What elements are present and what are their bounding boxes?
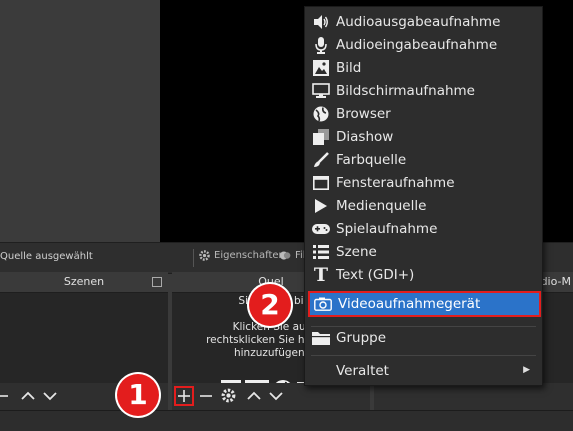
menu-item-scene[interactable]: Szene [305, 240, 542, 263]
brush-icon [311, 150, 331, 170]
play-icon [311, 196, 331, 216]
folder-icon [311, 328, 331, 348]
menu-item-display-capture[interactable]: Bildschirmaufnahme [305, 79, 542, 102]
menu-item-label: Szene [336, 243, 377, 260]
properties-button[interactable]: Eigenschaften [198, 249, 285, 262]
menu-item-label: Text (GDI+) [336, 266, 415, 283]
menu-item-slideshow[interactable]: Diashow [305, 125, 542, 148]
audio-mixer-footer [374, 383, 573, 410]
menu-separator [311, 355, 536, 356]
menu-item-browser[interactable]: Browser [305, 102, 542, 125]
menu-item-window-capture[interactable]: Fensteraufnahme [305, 171, 542, 194]
toolbar-separator [193, 249, 194, 267]
preview-left-area [0, 0, 160, 242]
move-up-icon[interactable] [20, 388, 36, 404]
filters-button[interactable]: Fil [279, 249, 306, 262]
menu-item-label: Gruppe [336, 329, 387, 346]
menu-item-label: Videoaufnahmegerät [338, 296, 481, 312]
globe-icon [311, 104, 331, 124]
camera-icon [313, 294, 333, 314]
add-source-menu: Audioausgabeaufnahme Audioeingabeaufnahm… [304, 6, 543, 386]
menu-item-video-capture-device[interactable]: Videoaufnahmegerät [308, 291, 541, 317]
move-up-icon[interactable] [246, 388, 262, 404]
menu-item-label: Diashow [336, 128, 394, 145]
image-icon [311, 58, 331, 78]
menu-item-label: Audioeingabeaufnahme [336, 36, 498, 53]
gear-icon [199, 250, 210, 261]
menu-item-label: Bild [336, 59, 362, 76]
step-1-badge: 1 [117, 374, 159, 416]
menu-item-label: Medienquelle [336, 197, 427, 214]
step-2-badge: 2 [249, 284, 291, 326]
remove-source-icon[interactable] [199, 388, 213, 404]
menu-item-label: Audioausgabeaufnahme [336, 13, 501, 30]
menu-item-image[interactable]: Bild [305, 56, 542, 79]
scenes-list[interactable] [0, 293, 168, 383]
submenu-arrow-icon: ▶ [523, 365, 530, 375]
menu-item-label: Bildschirmaufnahme [336, 82, 475, 99]
status-bar [0, 410, 573, 431]
menu-item-group[interactable]: Gruppe [305, 326, 542, 349]
menu-item-spacer [311, 361, 331, 381]
sources-controls [172, 383, 370, 410]
move-down-icon[interactable] [268, 388, 284, 404]
menu-item-label: Browser [336, 105, 391, 122]
slideshow-icon [311, 127, 331, 147]
move-down-icon[interactable] [42, 388, 58, 404]
menu-item-media-source[interactable]: Medienquelle [305, 194, 542, 217]
menu-item-deprecated[interactable]: Veraltet ▶ [305, 359, 542, 382]
menu-item-label: Fensteraufnahme [336, 174, 455, 191]
undock-icon[interactable] [152, 277, 162, 287]
scenes-dock-title: Szenen [0, 272, 168, 293]
source-properties-icon[interactable] [220, 387, 237, 404]
menu-item-label: Veraltet [336, 362, 389, 379]
gamepad-icon [311, 219, 331, 239]
menu-item-text-gdi[interactable]: T Text (GDI+) [305, 263, 542, 286]
filter-icon [279, 251, 291, 260]
window-icon [311, 173, 331, 193]
add-source-button[interactable] [174, 386, 194, 406]
remove-scene-icon[interactable] [0, 388, 10, 404]
speaker-icon [311, 12, 331, 32]
menu-item-audio-output[interactable]: Audioausgabeaufnahme [305, 10, 542, 33]
list-icon [311, 242, 331, 262]
menu-item-label: Farbquelle [336, 151, 407, 168]
plus-icon [178, 390, 190, 402]
microphone-icon [311, 35, 331, 55]
menu-item-audio-input[interactable]: Audioeingabeaufnahme [305, 33, 542, 56]
monitor-icon [311, 81, 331, 101]
text-icon: T [313, 263, 329, 286]
properties-label: Eigenschaften [214, 250, 285, 261]
scenes-title: Szenen [63, 275, 105, 288]
menu-item-game-capture[interactable]: Spielaufnahme [305, 217, 542, 240]
no-source-selected-text: Quelle ausgewählt [0, 251, 93, 262]
menu-item-label: Spielaufnahme [336, 220, 438, 237]
menu-item-color-source[interactable]: Farbquelle [305, 148, 542, 171]
